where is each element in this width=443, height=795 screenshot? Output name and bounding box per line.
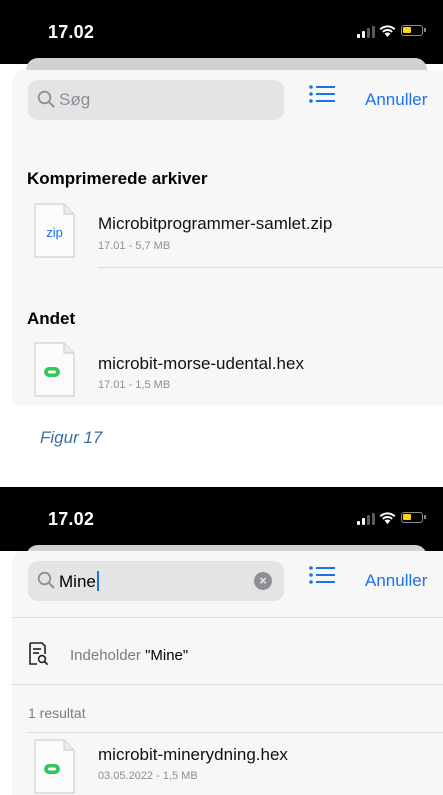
divider [28, 732, 443, 733]
document-search-icon [29, 642, 48, 665]
search-icon [37, 90, 55, 108]
status-icons [357, 511, 427, 525]
zip-icon-label: zip [46, 225, 63, 240]
hex-file-icon [34, 342, 75, 397]
file-meta: 17.01 - 1,5 MB [98, 379, 171, 391]
divider [12, 617, 443, 618]
file-picker-sheet: Mine × Annuller Indeholder "Mine" 1 resu… [12, 551, 443, 795]
status-bar: 17.02 [0, 487, 443, 551]
contains-suggestion-text: Indeholder "Mine" [70, 647, 188, 664]
clear-search-icon[interactable]: × [254, 572, 272, 590]
file-name: microbit-morse-udental.hex [98, 354, 304, 373]
divider [12, 684, 443, 685]
screenshot-search-files: 17.02 Søg Annuller Komprimerede arkiver … [0, 0, 443, 405]
wifi-icon [379, 512, 396, 524]
signal-icon [357, 513, 375, 525]
section-header-other: Andet [27, 309, 76, 328]
file-meta: 17.01 - 5,7 MB [98, 240, 171, 252]
cancel-button[interactable]: Annuller [365, 90, 427, 110]
cancel-button[interactable]: Annuller [365, 571, 427, 591]
zip-file-icon: zip [34, 203, 75, 258]
screenshot-search-results: 17.02 Mine × Annuller Indeholder "Mine" … [0, 487, 443, 795]
list-view-icon[interactable] [309, 84, 335, 104]
wifi-icon [379, 25, 396, 37]
file-name: microbit-minerydning.hex [98, 745, 288, 764]
battery-icon [401, 512, 426, 523]
list-view-icon[interactable] [309, 565, 335, 585]
status-bar: 17.02 [0, 0, 443, 64]
separator [98, 267, 443, 268]
battery-icon [401, 25, 426, 36]
search-query-text: Mine [59, 572, 96, 591]
contains-prefix: Indeholder [70, 647, 146, 664]
section-header-archives: Komprimerede arkiver [27, 169, 208, 188]
status-time: 17.02 [48, 22, 95, 42]
file-name: Microbitprogrammer-samlet.zip [98, 214, 333, 233]
file-picker-sheet: Søg Annuller Komprimerede arkiver zip Mi… [12, 70, 443, 405]
contains-query: "Mine" [145, 647, 189, 664]
signal-icon [357, 26, 375, 38]
search-field[interactable]: Mine × [28, 561, 284, 601]
hex-file-icon [34, 739, 75, 794]
search-placeholder: Søg [59, 90, 91, 109]
search-input[interactable]: Mine [59, 571, 99, 592]
figure-caption: Figur 17 [40, 428, 103, 447]
status-icons [357, 24, 427, 38]
search-icon [37, 571, 55, 589]
text-caret [96, 571, 99, 591]
search-field[interactable]: Søg [28, 80, 284, 120]
file-meta: 03.05.2022 - 1,5 MB [98, 770, 198, 782]
status-time: 17.02 [48, 509, 95, 529]
results-count: 1 resultat [28, 705, 86, 721]
